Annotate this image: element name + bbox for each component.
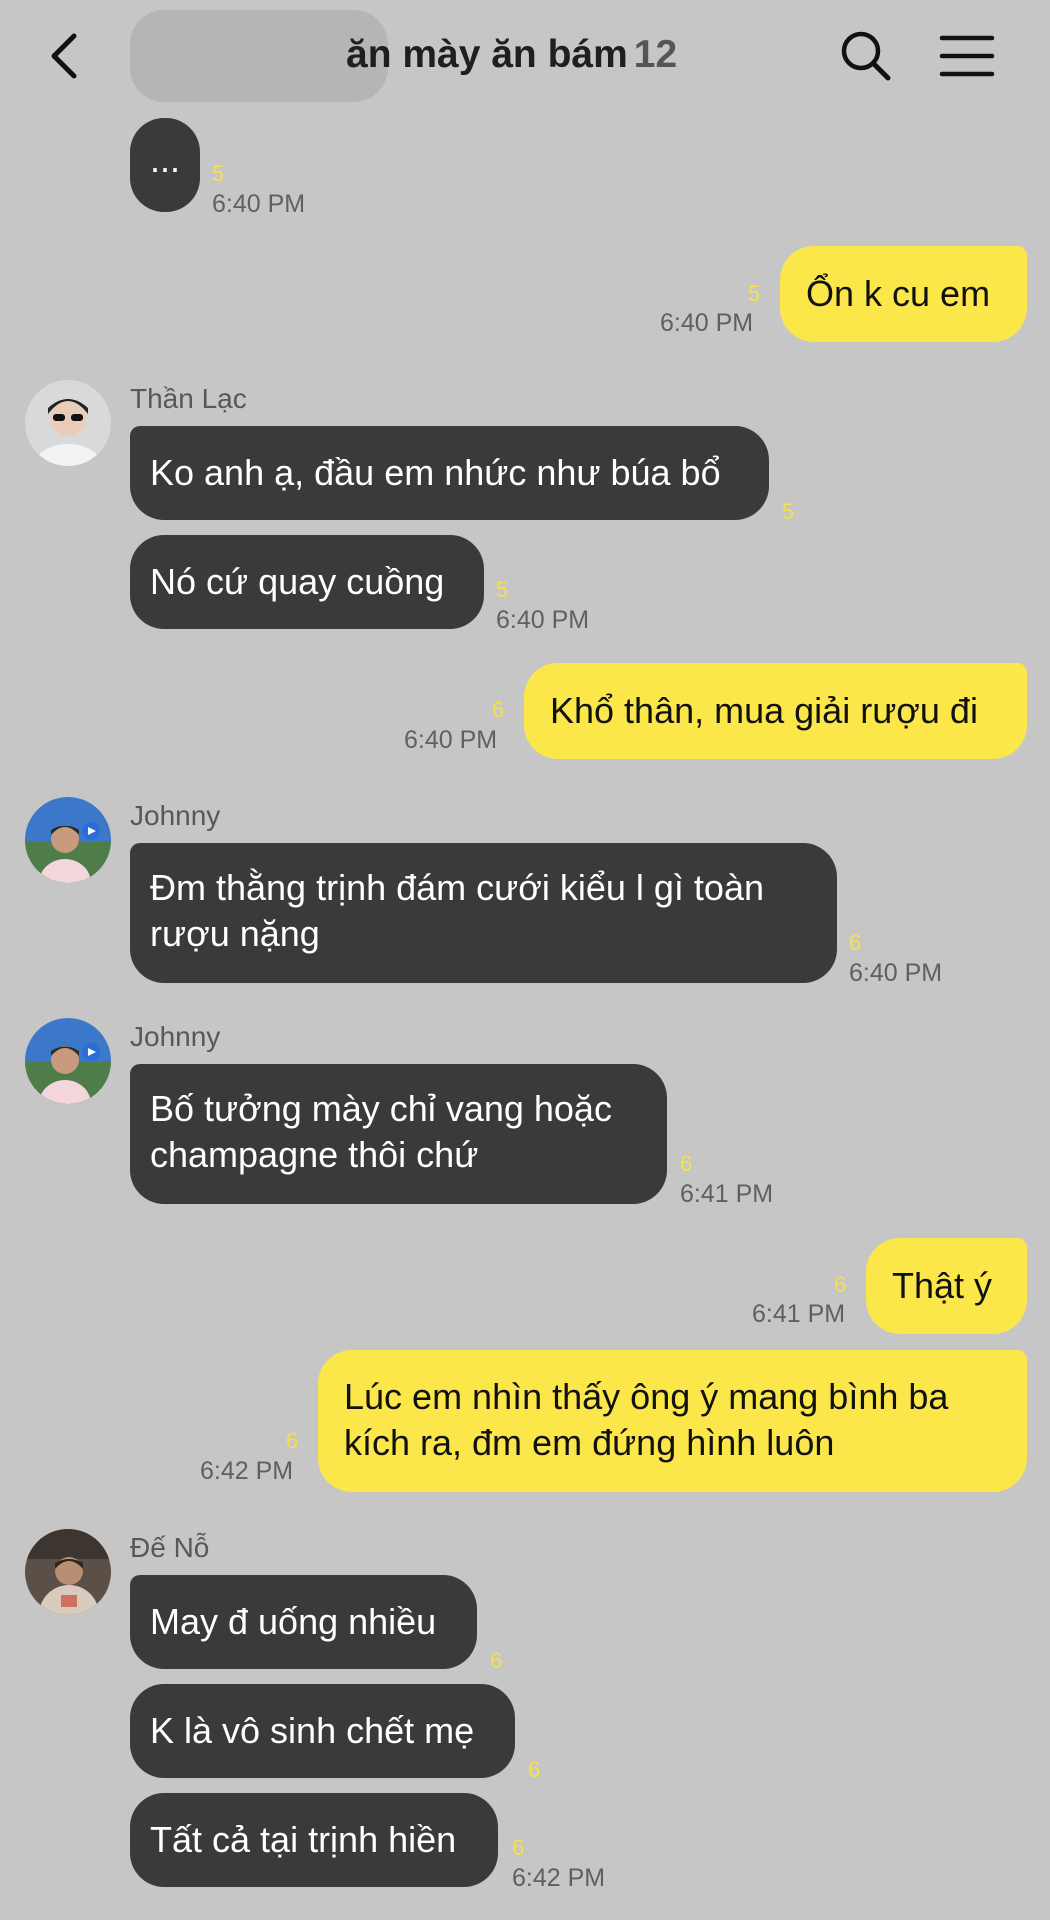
- message-time: 6:41 PM: [752, 1300, 846, 1328]
- avatar[interactable]: [25, 380, 111, 466]
- unread-count: 6: [528, 1757, 541, 1782]
- unread-count: 6: [680, 1151, 693, 1176]
- unread-count: 5: [782, 499, 795, 524]
- menu-button[interactable]: [934, 26, 1000, 86]
- message-text-line: kích ra, đm em đứng hình luôn: [344, 1422, 835, 1463]
- unread-count: 6: [286, 1428, 299, 1453]
- message-text: Thật ý: [892, 1265, 993, 1306]
- message-text: Tất cả tại trịnh hiền: [150, 1819, 457, 1860]
- message-text-line: champagne thôi chứ: [150, 1134, 479, 1175]
- avatar-image: [25, 380, 111, 466]
- unread-count: 6: [512, 1835, 525, 1860]
- back-arrow-icon: [51, 33, 77, 79]
- chat-name: ăn mày ăn bám: [346, 33, 628, 76]
- avatar[interactable]: [25, 797, 111, 883]
- message-text: Khổ thân, mua giải rượu đi: [550, 690, 978, 731]
- message-time: 6:40 PM: [849, 959, 943, 987]
- message-bubble[interactable]: Lúc em nhìn thấy ông ý mang bình ba kích…: [318, 1350, 1027, 1492]
- message-bubble[interactable]: Đm thằng trịnh đám cưới kiểu l gì toàn r…: [130, 843, 837, 983]
- message-text: Nó cứ quay cuồng: [150, 561, 445, 602]
- avatar-image: [25, 1529, 111, 1615]
- sender-name: Thần Lạc: [130, 383, 247, 414]
- sender-name: Johnny: [130, 800, 221, 831]
- message-bubble[interactable]: Tất cả tại trịnh hiền: [130, 1793, 498, 1887]
- unread-count: 5: [496, 577, 509, 602]
- avatar[interactable]: [25, 1018, 111, 1104]
- message-bubble[interactable]: May đ uống nhiều: [130, 1575, 477, 1669]
- search-icon: [841, 31, 891, 81]
- message-bubble[interactable]: Khổ thân, mua giải rượu đi: [524, 663, 1027, 759]
- message-bubble[interactable]: Đau đầu qu: [130, 10, 388, 102]
- search-button[interactable]: [836, 26, 896, 86]
- message-text-line: Bố tưởng mày chỉ vang hoặc: [150, 1088, 612, 1129]
- message-bubble[interactable]: Bố tưởng mày chỉ vang hoặc champagne thô…: [130, 1064, 667, 1204]
- avatar-image: [25, 1018, 111, 1104]
- message-text-line: Đm thằng trịnh đám cưới kiểu l gì toàn: [150, 867, 764, 908]
- member-count: 12: [633, 33, 678, 76]
- avatar[interactable]: [25, 1529, 111, 1615]
- message-time: 6:40 PM: [496, 606, 590, 634]
- message-bubble[interactable]: Ko anh ạ, đầu em nhức như búa bổ: [130, 426, 769, 520]
- unread-count: 6: [490, 1648, 503, 1673]
- message-time: 6:40 PM: [660, 309, 754, 337]
- message-text-line: Lúc em nhìn thấy ông ý mang bình ba: [344, 1376, 949, 1417]
- message-bubble[interactable]: Nó cứ quay cuồng: [130, 535, 484, 629]
- message-text: Đau đầu qu: [150, 35, 337, 76]
- message-bubble[interactable]: Thật ý: [866, 1238, 1027, 1334]
- chat-title: ăn mày ăn bám 12: [346, 30, 677, 80]
- message-text: May đ uống nhiều: [150, 1601, 437, 1642]
- message-time: 6:42 PM: [512, 1864, 606, 1892]
- sender-name: Johnny: [130, 1021, 221, 1052]
- message-text: K là vô sinh chết mẹ: [150, 1710, 475, 1751]
- avatar-image: [25, 797, 111, 883]
- unread-count: 6: [849, 930, 862, 955]
- message-bubble[interactable]: K là vô sinh chết mẹ: [130, 1684, 515, 1778]
- back-button[interactable]: [36, 26, 92, 86]
- message-bubble[interactable]: ...: [130, 118, 200, 212]
- message-text: Ko anh ạ, đầu em nhức như búa bổ: [150, 452, 721, 493]
- unread-count: 6: [492, 697, 505, 722]
- message-time: 6:41 PM: [680, 1180, 774, 1208]
- unread-count: 5: [212, 161, 225, 186]
- message-text: ...: [149, 139, 180, 180]
- message-bubble[interactable]: Ổn k cu em: [780, 246, 1027, 342]
- sender-name: Đế Nỗ: [130, 1532, 210, 1563]
- message-time: 6:42 PM: [200, 1457, 294, 1485]
- unread-count: 6: [834, 1272, 847, 1297]
- message-time: 6:40 PM: [212, 190, 306, 218]
- hamburger-menu-icon: [939, 35, 995, 77]
- message-text-line: rượu nặng: [150, 913, 320, 954]
- message-time: 6:40 PM: [404, 726, 498, 754]
- unread-count: 5: [748, 281, 761, 306]
- message-text: Ổn k cu em: [806, 273, 991, 314]
